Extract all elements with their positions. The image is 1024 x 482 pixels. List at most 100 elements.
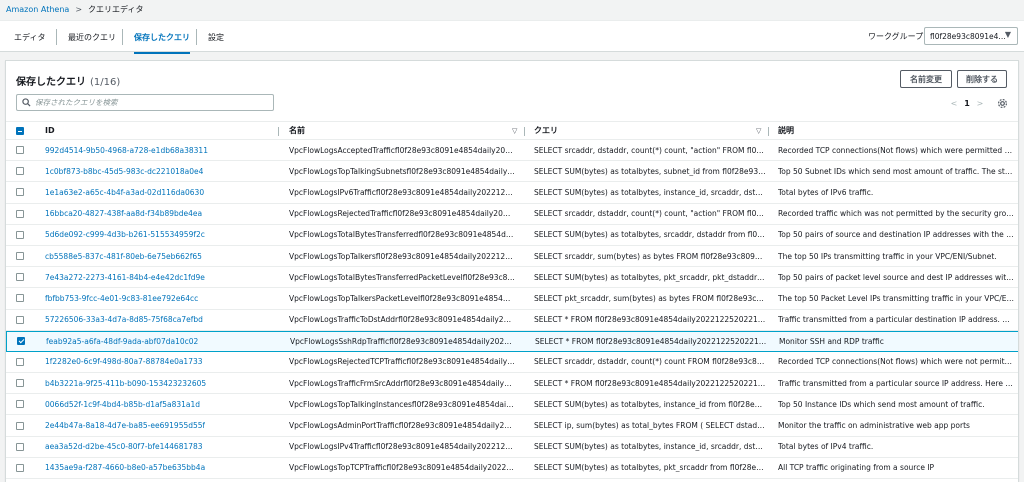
table-row[interactable]: 1c0bf873-b8bc-45d5-983c-dc221018a0e4 VpcF… — [6, 161, 1018, 183]
row-checkbox[interactable] — [16, 421, 24, 430]
query-description: Top 50 Subnet IDs which send most amount… — [778, 166, 1014, 176]
row-checkbox[interactable] — [16, 167, 24, 176]
next-page-icon[interactable]: > — [973, 99, 987, 108]
table-header: ID 名前 ▽ クエリ ▽ 説明 — [6, 121, 1018, 140]
row-checkbox-cell[interactable] — [16, 204, 28, 224]
query-id-link[interactable]: 1e1a63e2-a65c-4b4f-a3ad-02d116da0630 — [45, 182, 275, 202]
breadcrumb-current: クエリエディタ — [88, 4, 144, 14]
query-id-link[interactable]: 0066d52f-1c9f-4bd4-b85b-d1af5a831a1d — [45, 394, 275, 414]
tab-editor[interactable]: エディタ — [14, 21, 45, 53]
table-row[interactable]: 1435ae9a-f287-4660-b8e0-a57be635bb4a VpcF… — [6, 458, 1018, 479]
table-row[interactable]: b4b3221a-9f25-411b-b090-153423232605 VpcF… — [6, 373, 1018, 395]
breadcrumb-athena-link[interactable]: Amazon Athena — [6, 5, 69, 14]
table-row[interactable]: 7e43a272-2273-4161-84b4-e4e42dc1fd9e VpcF… — [6, 267, 1018, 289]
row-checkbox[interactable] — [16, 357, 24, 366]
row-checkbox[interactable] — [16, 442, 24, 451]
row-checkbox[interactable] — [16, 188, 24, 197]
search-icon — [17, 98, 35, 107]
breadcrumb-separator: > — [75, 4, 83, 14]
query-name: VpcFlowLogsTopTalkingInstancesfl0f28e93c… — [289, 399, 515, 409]
row-checkbox[interactable] — [16, 273, 24, 282]
query-id-link[interactable]: 7e43a272-2273-4161-84b4-e4e42dc1fd9e — [45, 267, 275, 287]
query-id-link[interactable]: aea3a52d-d2be-45c0-80f7-bfe144681783 — [45, 437, 275, 457]
rename-button[interactable]: 名前変更 — [900, 70, 952, 88]
row-checkbox-cell[interactable] — [16, 182, 28, 202]
row-checkbox-cell[interactable] — [16, 373, 28, 393]
select-all-checkbox-cell[interactable] — [16, 122, 28, 139]
table-row[interactable]: feab92a5-a6fa-48df-9ada-abf07da10c02 VpcF… — [6, 330, 1018, 352]
query-text: SELECT SUM(bytes) as totalbytes, pkt_src… — [534, 272, 766, 282]
table-row[interactable]: 2e44b47a-8a18-4d7e-ba85-ee691955d55f VpcF… — [6, 415, 1018, 437]
query-id-link[interactable]: 16bbca20-4827-438f-aa8d-f34b89bde4ea — [45, 204, 275, 224]
row-checkbox-cell[interactable] — [17, 332, 29, 351]
row-checkbox-cell[interactable] — [16, 267, 28, 287]
header-query[interactable]: クエリ — [534, 122, 766, 139]
row-checkbox[interactable] — [17, 337, 25, 346]
workgroup-label: ワークグループ — [868, 31, 924, 41]
table-row[interactable]: 1e1a63e2-a65c-4b4f-a3ad-02d116da0630 VpcF… — [6, 182, 1018, 204]
column-resizer[interactable] — [278, 127, 279, 136]
column-resizer[interactable] — [524, 127, 525, 136]
table-row[interactable]: cb5588e5-837c-481f-80eb-6e75eb662f65 VpcF… — [6, 246, 1018, 268]
row-checkbox-cell[interactable] — [16, 394, 28, 414]
query-description: Recorded TCP connections(Not flows) whic… — [778, 357, 1014, 367]
table-row[interactable]: 57226506-33a3-4d7a-8d85-75f68ca7efbd VpcF… — [6, 310, 1018, 331]
query-id-link[interactable]: 57226506-33a3-4d7a-8d85-75f68ca7efbd — [45, 310, 275, 330]
tab-settings[interactable]: 設定 — [208, 21, 224, 53]
sort-down-icon[interactable]: ▽ — [512, 122, 517, 139]
query-name: VpcFlowLogsTopTalkersfl0f28e93c8091e4854… — [289, 251, 515, 261]
gear-icon[interactable] — [997, 97, 1009, 109]
query-id-link[interactable]: 1f2282e0-6c9f-498d-80a7-88784e0a1733 — [45, 352, 275, 372]
table-row[interactable]: aea3a52d-d2be-45c0-80f7-bfe144681783 VpcF… — [6, 437, 1018, 458]
table-row[interactable]: 16bbca20-4827-438f-aa8d-f34b89bde4ea VpcF… — [6, 204, 1018, 225]
row-checkbox[interactable] — [16, 294, 24, 303]
row-checkbox[interactable] — [16, 146, 24, 155]
row-checkbox-cell[interactable] — [16, 161, 28, 181]
header-id[interactable]: ID — [45, 122, 275, 139]
row-checkbox-cell[interactable] — [16, 310, 28, 330]
search-input[interactable] — [35, 98, 265, 107]
row-checkbox-cell[interactable] — [16, 225, 28, 245]
table-row[interactable]: fbfbb753-9fcc-4e01-9c83-81ee792e64cc VpcF… — [6, 288, 1018, 310]
row-checkbox[interactable] — [16, 252, 24, 261]
row-checkbox[interactable] — [16, 463, 24, 472]
tab-recent-queries[interactable]: 最近のクエリ — [68, 21, 116, 53]
header-description[interactable]: 説明 — [778, 122, 1014, 139]
table-row[interactable]: 0066d52f-1c9f-4bd4-b85b-d1af5a831a1d VpcF… — [6, 394, 1018, 416]
table-row[interactable]: 1f2282e0-6c9f-498d-80a7-88784e0a1733 VpcF… — [6, 352, 1018, 374]
table-row[interactable]: 5d6de092-c999-4d3b-b261-515534959f2c VpcF… — [6, 225, 1018, 246]
tab-saved-queries[interactable]: 保存したクエリ — [134, 21, 190, 54]
row-checkbox-cell[interactable] — [16, 437, 28, 457]
query-id-link[interactable]: 2e44b47a-8a18-4d7e-ba85-ee691955d55f — [45, 415, 275, 435]
row-checkbox-cell[interactable] — [16, 246, 28, 266]
row-checkbox[interactable] — [16, 400, 24, 409]
query-id-link[interactable]: 1c0bf873-b8bc-45d5-983c-dc221018a0e4 — [45, 161, 275, 181]
query-id-link[interactable]: b4b3221a-9f25-411b-b090-153423232605 — [45, 373, 275, 393]
query-id-link[interactable]: 5d6de092-c999-4d3b-b261-515534959f2c — [45, 225, 275, 245]
row-checkbox[interactable] — [16, 315, 24, 324]
workgroup-select[interactable]: fl0f28e93c8091e4... ▼ — [924, 27, 1018, 45]
row-checkbox-cell[interactable] — [16, 140, 28, 160]
row-checkbox[interactable] — [16, 379, 24, 388]
prev-page-icon[interactable]: < — [947, 99, 961, 108]
header-name[interactable]: 名前 — [289, 122, 515, 139]
page-number[interactable]: 1 — [961, 99, 973, 108]
row-checkbox-cell[interactable] — [16, 352, 28, 372]
row-checkbox[interactable] — [16, 209, 24, 218]
row-checkbox-cell[interactable] — [16, 288, 28, 308]
query-name: VpcFlowLogsIPv6Trafficfl0f28e93c8091e485… — [289, 187, 515, 197]
query-id-link[interactable]: fbfbb753-9fcc-4e01-9c83-81ee792e64cc — [45, 288, 275, 308]
query-text: SELECT SUM(bytes) as totalbytes, pkt_src… — [534, 463, 766, 473]
table-row[interactable]: 992d4514-9b50-4968-a728-e1db68a38311 VpcF… — [6, 140, 1018, 162]
select-all-checkbox[interactable] — [16, 126, 24, 135]
row-checkbox-cell[interactable] — [16, 415, 28, 435]
delete-button[interactable]: 削除する — [957, 70, 1007, 88]
row-checkbox-cell[interactable] — [16, 458, 28, 478]
query-id-link[interactable]: cb5588e5-837c-481f-80eb-6e75eb662f65 — [45, 246, 275, 266]
column-resizer[interactable] — [768, 127, 769, 136]
query-id-link[interactable]: 992d4514-9b50-4968-a728-e1db68a38311 — [45, 140, 275, 160]
query-id-link[interactable]: 1435ae9a-f287-4660-b8e0-a57be635bb4a — [45, 458, 275, 478]
row-checkbox[interactable] — [16, 230, 24, 239]
query-id-link[interactable]: feab92a5-a6fa-48df-9ada-abf07da10c02 — [46, 332, 276, 351]
sort-down-icon[interactable]: ▽ — [756, 122, 761, 139]
